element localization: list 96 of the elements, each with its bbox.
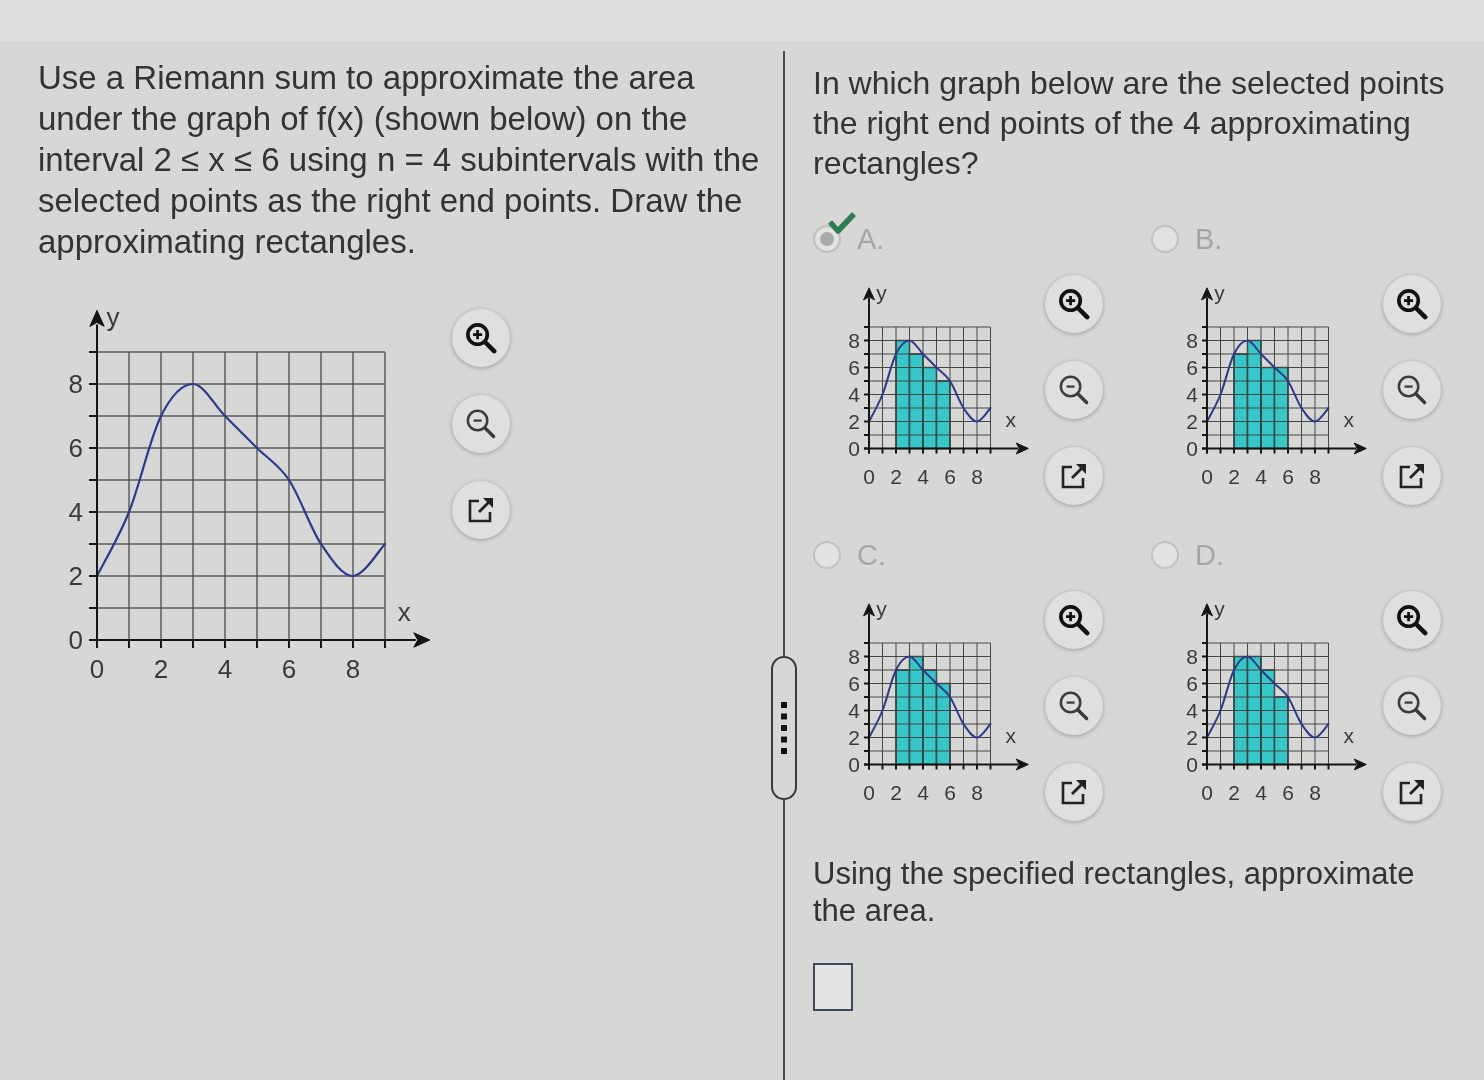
zoom-out-icon <box>1058 690 1090 722</box>
tick-label: 8 <box>848 645 860 669</box>
tick-label: 8 <box>1309 780 1321 804</box>
tick-label: 8 <box>1186 645 1198 669</box>
zoom-in-button[interactable] <box>1383 591 1441 649</box>
question-text: Use a Riemann sum to approximate the area under the graph of f(x) (shown below) on the interval 2 ≤ x ≤ 6 using n = 4 subintervals with the selected points as the right end points. Draw the approximating rectangles. <box>38 58 761 262</box>
zoom-out-button[interactable] <box>1383 677 1441 735</box>
open-in-new-window-icon <box>1399 463 1425 489</box>
open-in-new-window-button[interactable] <box>1383 763 1441 821</box>
zoom-in-button[interactable] <box>1045 275 1103 333</box>
tick-label: 6 <box>848 356 860 380</box>
tick-label: 6 <box>1282 780 1294 804</box>
question-text: Using the specified rectangles, approximate the area. <box>813 855 1416 929</box>
axis-label: x <box>1343 407 1354 431</box>
tick-label: 0 <box>1186 753 1198 777</box>
tick-label: 0 <box>1186 437 1198 461</box>
tick-label: 4 <box>1255 464 1267 488</box>
zoom-out-icon <box>465 408 497 440</box>
tick-label: 4 <box>848 383 860 407</box>
tick-label: 2 <box>1186 726 1198 750</box>
zoom-out-button[interactable] <box>1045 677 1103 735</box>
tick-label: 0 <box>848 437 860 461</box>
tick-label: 6 <box>281 654 297 684</box>
tick-label: 2 <box>1186 410 1198 434</box>
tick-label: 6 <box>1186 672 1198 696</box>
tick-label: 4 <box>1186 699 1198 723</box>
zoom-in-icon <box>1396 288 1428 320</box>
tick-label: 6 <box>944 780 956 804</box>
axis-label: x <box>1005 723 1016 747</box>
tick-label: 6 <box>848 672 860 696</box>
zoom-in-icon <box>1058 288 1090 320</box>
tick-label: 8 <box>971 464 983 488</box>
tick-label: 2 <box>153 654 169 684</box>
tick-label: 0 <box>863 780 875 804</box>
tick-label: 2 <box>1228 780 1240 804</box>
zoom-in-icon <box>1058 604 1090 636</box>
answer-field[interactable] <box>813 963 853 1011</box>
open-in-new-window-button[interactable] <box>1045 447 1103 505</box>
tick-label: 6 <box>68 433 83 464</box>
tick-label: 4 <box>1255 780 1267 804</box>
tick-label: 2 <box>848 726 860 750</box>
axis-label: x <box>1005 407 1016 431</box>
open-in-new-window-button[interactable] <box>452 481 510 539</box>
open-in-new-window-icon <box>1399 779 1425 805</box>
tick-label: 4 <box>68 497 83 528</box>
tick-label: 6 <box>944 464 956 488</box>
tick-label: 8 <box>848 329 860 353</box>
zoom-in-button[interactable] <box>1383 275 1441 333</box>
tick-label: 0 <box>848 753 860 777</box>
tick-label: 0 <box>68 625 83 656</box>
tick-label: 0 <box>1201 464 1213 488</box>
axis-label: y <box>876 281 887 305</box>
tick-label: 2 <box>848 410 860 434</box>
tick-label: 2 <box>890 464 902 488</box>
zoom-out-button[interactable] <box>452 395 510 453</box>
zoom-in-icon <box>465 322 497 354</box>
axis-label: x <box>1343 723 1354 747</box>
zoom-out-icon <box>1396 374 1428 406</box>
axis-label: y <box>1214 597 1225 621</box>
grip-dots-icon <box>781 702 787 754</box>
tick-label: 8 <box>1186 329 1198 353</box>
open-in-new-window-icon <box>1061 779 1087 805</box>
zoom-in-icon <box>1396 604 1428 636</box>
tick-label: 6 <box>1282 464 1294 488</box>
open-in-new-window-button[interactable] <box>1045 763 1103 821</box>
tick-label: 4 <box>1186 383 1198 407</box>
question-text: In which graph below are the selected points the right end points of the 4 approximating rectangles? <box>813 64 1446 183</box>
tick-label: 8 <box>68 369 83 400</box>
tick-label: 8 <box>971 780 983 804</box>
zoom-in-button[interactable] <box>1045 591 1103 649</box>
zoom-out-button[interactable] <box>1045 361 1103 419</box>
tick-label: 8 <box>345 654 361 684</box>
axis-label: x <box>397 596 411 627</box>
open-in-new-window-icon <box>1061 463 1087 489</box>
open-in-new-window-icon <box>468 497 494 523</box>
zoom-out-icon <box>1058 374 1090 406</box>
tick-label: 2 <box>890 780 902 804</box>
tick-label: 2 <box>1228 464 1240 488</box>
axis-label: y <box>1214 281 1225 305</box>
tick-label: 4 <box>917 464 929 488</box>
tick-label: 4 <box>917 780 929 804</box>
zoom-out-icon <box>1396 690 1428 722</box>
open-in-new-window-button[interactable] <box>1383 447 1441 505</box>
tick-label: 0 <box>1201 780 1213 804</box>
zoom-in-button[interactable] <box>452 309 510 367</box>
zoom-out-button[interactable] <box>1383 361 1441 419</box>
axis-label: y <box>876 597 887 621</box>
tick-label: 0 <box>89 654 105 684</box>
tick-label: 4 <box>217 654 233 684</box>
tick-label: 4 <box>848 699 860 723</box>
axis-label: y <box>106 302 120 332</box>
tick-label: 8 <box>1309 464 1321 488</box>
pane-resize-handle[interactable] <box>771 656 797 800</box>
tick-label: 6 <box>1186 356 1198 380</box>
tick-label: 2 <box>68 561 83 592</box>
tick-label: 0 <box>863 464 875 488</box>
